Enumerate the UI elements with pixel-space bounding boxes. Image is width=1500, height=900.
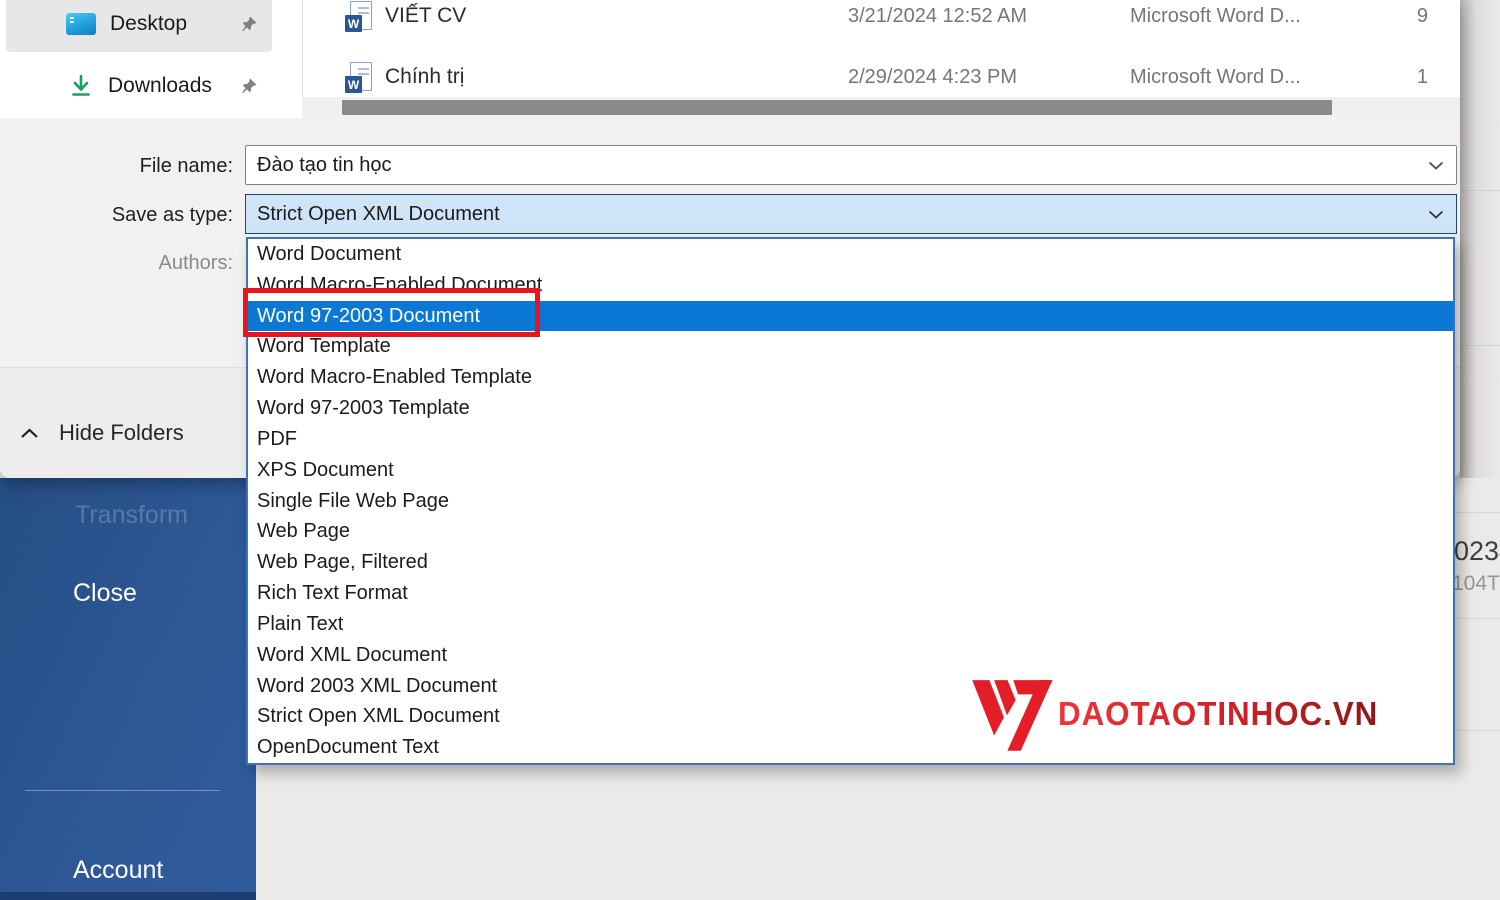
pin-icon [242,16,257,32]
nav-item-label: Downloads [108,74,212,97]
file-name-label: File name: [139,155,233,177]
desktop-icon [66,13,96,35]
dropdown-option[interactable]: PDF [248,424,1453,455]
dropdown-option[interactable]: Word 97-2003 Template [248,393,1453,424]
dropdown-option[interactable]: Web Page, Filtered [248,547,1453,578]
sidebar-divider [25,790,220,791]
dialog-edge-shadow [1460,0,1500,478]
sidebar-item-account[interactable]: Account [73,856,163,885]
backstage-sidebar [0,478,256,900]
file-name-input[interactable]: Đào tạo tin học [245,145,1457,185]
file-date: 3/21/2024 12:52 AM [848,5,1028,27]
backstage-sidebar-bottom-strip [0,892,256,900]
authors-label: Authors: [158,252,233,274]
hide-folders-label: Hide Folders [59,420,184,445]
scrollbar-thumb[interactable] [342,100,1332,115]
file-row[interactable]: W Chính trị 2/29/2024 4:23 PM Microsoft … [302,56,1460,100]
file-type: Microsoft Word D... [1130,5,1301,27]
file-name-value: Đào tạo tin học [257,153,392,176]
red-highlight-box [243,288,540,337]
dropdown-option[interactable]: Word XML Document [248,640,1453,671]
dropdown-option[interactable]: Rich Text Format [248,578,1453,609]
file-name: VIẾT CV [385,4,467,27]
chevron-down-icon[interactable] [1428,161,1444,170]
dropdown-option[interactable]: Plain Text [248,609,1453,640]
dropdown-option[interactable]: Word Macro-Enabled Template [248,362,1453,393]
file-date: 2/29/2024 4:23 PM [848,66,1018,88]
sidebar-item-desktop[interactable]: Desktop [6,0,272,52]
word-save-as-screen: 0234 104Th Transform Close Account Deskt… [0,0,1500,900]
clipped-folder-path-text: 104Th [1452,572,1500,595]
clipped-folder-date-text: 0234 [1454,536,1500,566]
watermark-brand-text: DAOTAOTINHOC.VN [1058,695,1379,732]
file-size: 1 [1416,66,1428,88]
sidebar-item-downloads[interactable]: Downloads [6,58,272,114]
dropdown-option[interactable]: Word Document [248,239,1453,270]
backstage-divider [1456,730,1500,731]
dropdown-option[interactable]: XPS Document [248,455,1453,486]
save-as-type-select[interactable]: Strict Open XML Document [245,194,1457,234]
pin-icon [242,78,257,94]
sidebar-item-close[interactable]: Close [73,579,137,608]
word-file-icon: W [345,62,372,93]
backstage-divider [1456,512,1500,513]
watermark-logo: DAOTAOTINHOC.VN [966,668,1395,760]
file-row[interactable]: W VIẾT CV 3/21/2024 12:52 AM Microsoft W… [302,0,1460,39]
file-browser-area: Desktop Downloads W VIẾT CV 3/21/2024 12… [0,0,1460,118]
horizontal-scrollbar[interactable] [302,97,1460,118]
save-as-type-value: Strict Open XML Document [257,202,500,225]
sidebar-item-transform: Transform [75,501,188,529]
file-type: Microsoft Word D... [1130,66,1301,88]
hide-folders-button[interactable]: Hide Folders [20,420,184,446]
dropdown-option[interactable]: Web Page [248,516,1453,547]
file-size: 9 [1416,5,1428,27]
chevron-down-icon[interactable] [1428,210,1444,219]
download-arrow-icon [72,74,90,96]
save-as-type-label: Save as type: [111,204,233,226]
word-file-icon: W [345,1,372,32]
chevron-up-icon [21,427,38,438]
dropdown-option[interactable]: Single File Web Page [248,486,1453,517]
logo-v-icon [972,680,1053,751]
nav-item-label: Desktop [110,12,188,35]
file-name: Chính trị [385,65,465,88]
backstage-divider [1456,618,1500,619]
